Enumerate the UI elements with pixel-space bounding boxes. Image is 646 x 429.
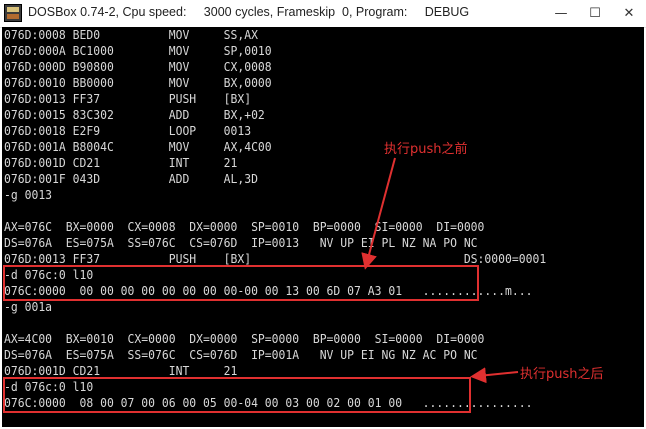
arrow-after: [470, 367, 519, 384]
arrow-before: [361, 157, 396, 270]
annotation-after-push: 执行push之后: [520, 367, 604, 382]
dosbox-window: DOSBox 0.74-2, Cpu speed: 3000 cycles, F…: [0, 0, 646, 429]
annotation-before-push: 执行push之前: [384, 142, 468, 157]
